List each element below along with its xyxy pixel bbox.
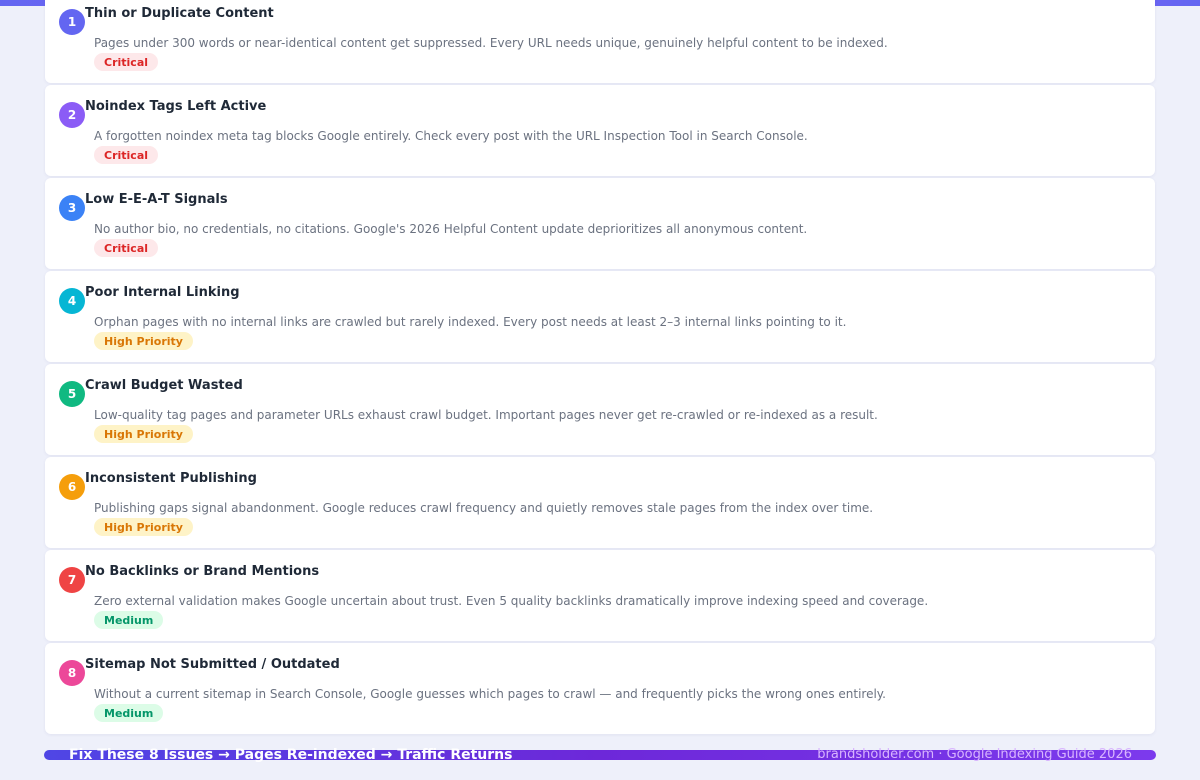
issue-description: Without a current sitemap in Search Cons…	[94, 687, 886, 701]
severity-badge: High Priority	[94, 518, 193, 536]
issue-title: Poor Internal Linking	[85, 285, 240, 300]
issue-description: No author bio, no credentials, no citati…	[94, 222, 808, 236]
issue-number-badge: 4	[59, 288, 85, 314]
issue-number-badge: 8	[59, 660, 85, 686]
issue-description: Publishing gaps signal abandonment. Goog…	[94, 501, 874, 515]
issue-card: 6 Inconsistent Publishing Publishing gap…	[45, 457, 1155, 548]
severity-badge: High Priority	[94, 425, 193, 443]
issue-title: Sitemap Not Submitted / Outdated	[85, 657, 340, 672]
issue-description: Low-quality tag pages and parameter URLs…	[94, 408, 878, 422]
issue-description: Orphan pages with no internal links are …	[94, 315, 847, 329]
issue-number-badge: 5	[59, 381, 85, 407]
issue-title: Noindex Tags Left Active	[85, 99, 267, 114]
issue-card: 5 Crawl Budget Wasted Low-quality tag pa…	[45, 364, 1155, 455]
issue-number-badge: 6	[59, 474, 85, 500]
issue-title: Crawl Budget Wasted	[85, 378, 243, 393]
severity-badge: Critical	[94, 146, 159, 164]
issue-title: Inconsistent Publishing	[85, 471, 257, 486]
severity-badge: Critical	[94, 239, 159, 257]
issue-list: 1 Thin or Duplicate Content Pages under …	[45, 0, 1155, 736]
issue-number-badge: 1	[59, 9, 85, 35]
footer-credit: brandsholder.com · Google Indexing Guide…	[817, 747, 1132, 762]
severity-badge: Medium	[94, 611, 164, 629]
issue-card: 7 No Backlinks or Brand Mentions Zero ex…	[45, 550, 1155, 641]
issue-card: 4 Poor Internal Linking Orphan pages wit…	[45, 271, 1155, 362]
issue-description: Pages under 300 words or near-identical …	[94, 36, 888, 50]
issue-description: A forgotten noindex meta tag blocks Goog…	[94, 129, 808, 143]
issue-number-badge: 7	[59, 567, 85, 593]
issue-card: 8 Sitemap Not Submitted / Outdated Witho…	[45, 643, 1155, 734]
issue-title: Thin or Duplicate Content	[85, 6, 274, 21]
issue-card: 1 Thin or Duplicate Content Pages under …	[45, 0, 1155, 83]
issue-title: No Backlinks or Brand Mentions	[85, 564, 320, 579]
footer-headline: Fix These 8 Issues → Pages Re-indexed → …	[69, 747, 513, 763]
issue-title: Low E-E-A-T Signals	[85, 192, 228, 207]
issue-card: 3 Low E-E-A-T Signals No author bio, no …	[45, 178, 1155, 269]
issue-card: 2 Noindex Tags Left Active A forgotten n…	[45, 85, 1155, 176]
severity-badge: High Priority	[94, 332, 193, 350]
issue-number-badge: 3	[59, 195, 85, 221]
severity-badge: Medium	[94, 704, 164, 722]
issue-number-badge: 2	[59, 102, 85, 128]
issue-description: Zero external validation makes Google un…	[94, 594, 929, 608]
severity-badge: Critical	[94, 53, 159, 71]
